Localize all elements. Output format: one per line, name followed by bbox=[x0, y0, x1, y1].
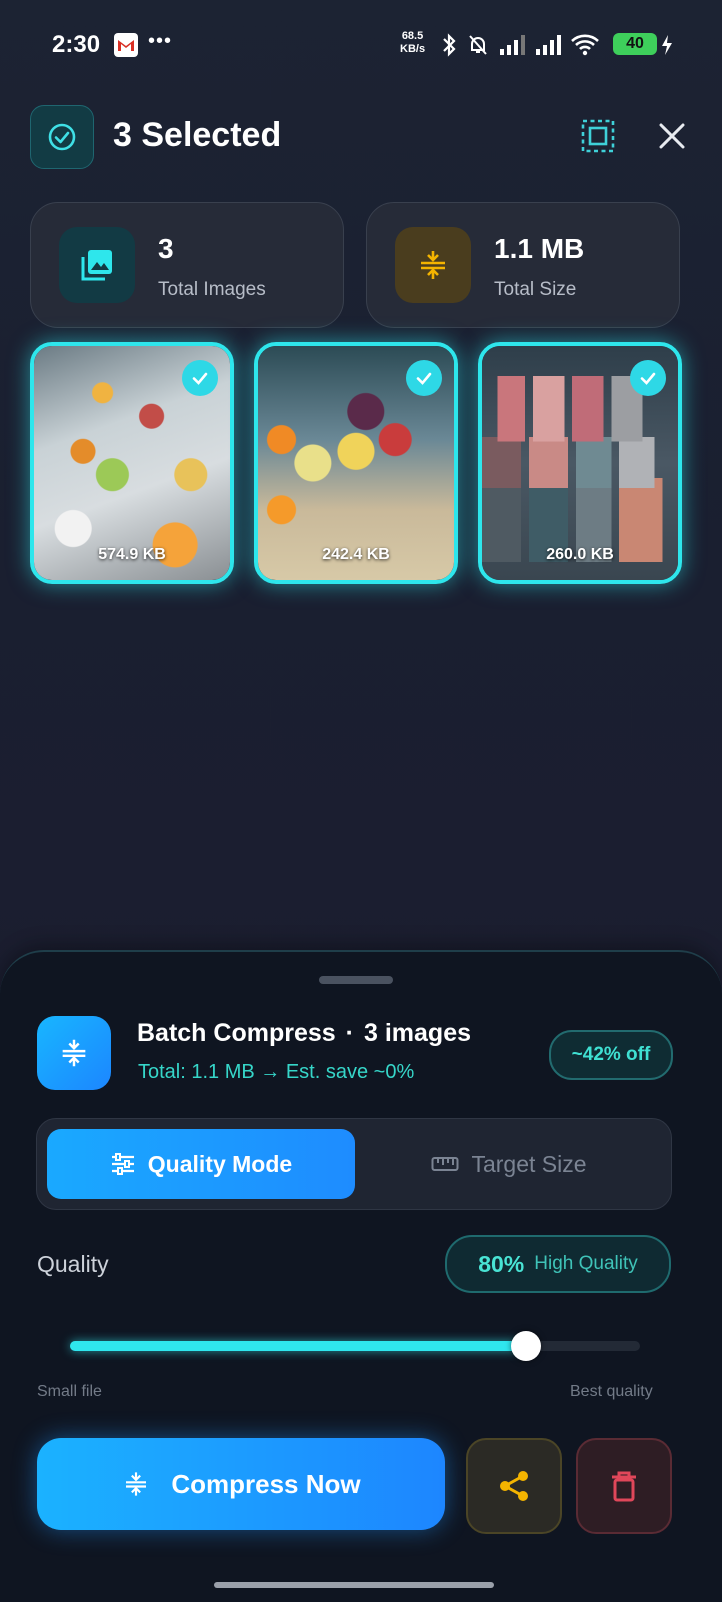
images-icon bbox=[59, 227, 135, 303]
discount-badge: ~42% off bbox=[549, 1030, 673, 1080]
signal-icon-2 bbox=[536, 35, 561, 55]
check-circle-icon bbox=[48, 123, 76, 151]
quality-percent: 80% bbox=[478, 1250, 525, 1277]
total-images-card: 3 Total Images bbox=[30, 202, 344, 328]
drag-handle[interactable] bbox=[319, 976, 393, 984]
signal-icon bbox=[500, 35, 525, 55]
total-size-card: 1.1 MB Total Size bbox=[366, 202, 680, 328]
selection-toggle-button[interactable] bbox=[30, 105, 94, 169]
status-time: 2:30 bbox=[52, 31, 101, 58]
slider-hint-small: Small file bbox=[37, 1383, 102, 1400]
compress-now-button[interactable]: Compress Now bbox=[37, 1438, 445, 1530]
status-bar: 2:30 ••• 68.5 KB/s 40 bbox=[0, 0, 722, 90]
thumbnail-size: 260.0 KB bbox=[546, 546, 614, 563]
battery-level: 40 bbox=[613, 33, 657, 55]
gmail-icon bbox=[114, 33, 138, 57]
total-size-value: 1.1 MB bbox=[494, 233, 585, 264]
batch-count: 3 images bbox=[364, 1019, 472, 1047]
compress-icon bbox=[126, 1472, 147, 1496]
batch-title-text: Batch Compress bbox=[137, 1019, 336, 1047]
compress-icon bbox=[395, 227, 471, 303]
total-size-label: Total Size bbox=[494, 279, 577, 300]
home-indicator bbox=[214, 1582, 494, 1588]
page-title: 3 Selected bbox=[113, 116, 282, 154]
quality-label: Quality bbox=[37, 1251, 109, 1277]
bluetooth-icon bbox=[443, 33, 456, 57]
quality-badge: 80% High Quality bbox=[445, 1235, 671, 1293]
tab-quality-mode-label: Quality Mode bbox=[147, 1150, 293, 1177]
trash-icon bbox=[612, 1471, 636, 1502]
sliders-icon bbox=[111, 1153, 134, 1175]
compress-now-label: Compress Now bbox=[171, 1468, 361, 1499]
ruler-icon bbox=[431, 1157, 459, 1171]
slider-fill bbox=[70, 1341, 526, 1351]
quality-text: High Quality bbox=[534, 1253, 638, 1274]
status-icons bbox=[440, 32, 600, 58]
network-speed-value: 68.5 bbox=[401, 30, 424, 42]
batch-title: Batch Compress · 3 images bbox=[137, 1019, 471, 1048]
batch-compress-icon bbox=[37, 1016, 111, 1090]
tab-target-size-label: Target Size bbox=[471, 1150, 587, 1177]
batch-subtitle: Total: 1.1 MB → Est. save ~0% bbox=[138, 1061, 415, 1083]
selected-check-icon bbox=[630, 360, 666, 396]
thumbnail-size: 574.9 KB bbox=[98, 546, 166, 563]
quality-slider[interactable] bbox=[70, 1331, 640, 1361]
image-thumbnail-2[interactable]: 242.4 KB bbox=[254, 342, 458, 584]
slider-thumb[interactable] bbox=[511, 1331, 541, 1361]
batch-compress-sheet: Batch Compress · 3 images Total: 1.1 MB → … bbox=[0, 950, 722, 1602]
charging-icon bbox=[662, 35, 672, 55]
total-images-value: 3 bbox=[158, 233, 174, 264]
total-images-label: Total Images bbox=[158, 279, 266, 300]
slider-hint-best: Best quality bbox=[570, 1383, 653, 1400]
share-button[interactable] bbox=[466, 1438, 562, 1534]
tab-quality-mode[interactable]: Quality Mode bbox=[47, 1129, 355, 1199]
selected-check-icon bbox=[406, 360, 442, 396]
network-speed: 68.5 KB/s bbox=[400, 30, 425, 56]
tab-target-size[interactable]: Target Size bbox=[357, 1129, 661, 1199]
bell-off-icon bbox=[469, 35, 487, 55]
delete-button[interactable] bbox=[576, 1438, 672, 1534]
image-thumbnail-3[interactable]: 260.0 KB bbox=[478, 342, 682, 584]
more-notifications-icon: ••• bbox=[148, 30, 173, 52]
close-icon[interactable] bbox=[656, 120, 688, 152]
selected-check-icon bbox=[182, 360, 218, 396]
image-thumbnail-1[interactable]: 574.9 KB bbox=[30, 342, 234, 584]
title-separator: · bbox=[345, 1019, 354, 1047]
mode-segmented-control: Quality Mode Target Size bbox=[36, 1118, 672, 1210]
share-icon bbox=[500, 1471, 528, 1501]
select-all-icon[interactable] bbox=[580, 118, 616, 154]
wifi-icon bbox=[571, 34, 599, 56]
network-speed-unit: KB/s bbox=[400, 43, 426, 55]
thumbnail-size: 242.4 KB bbox=[322, 546, 390, 563]
